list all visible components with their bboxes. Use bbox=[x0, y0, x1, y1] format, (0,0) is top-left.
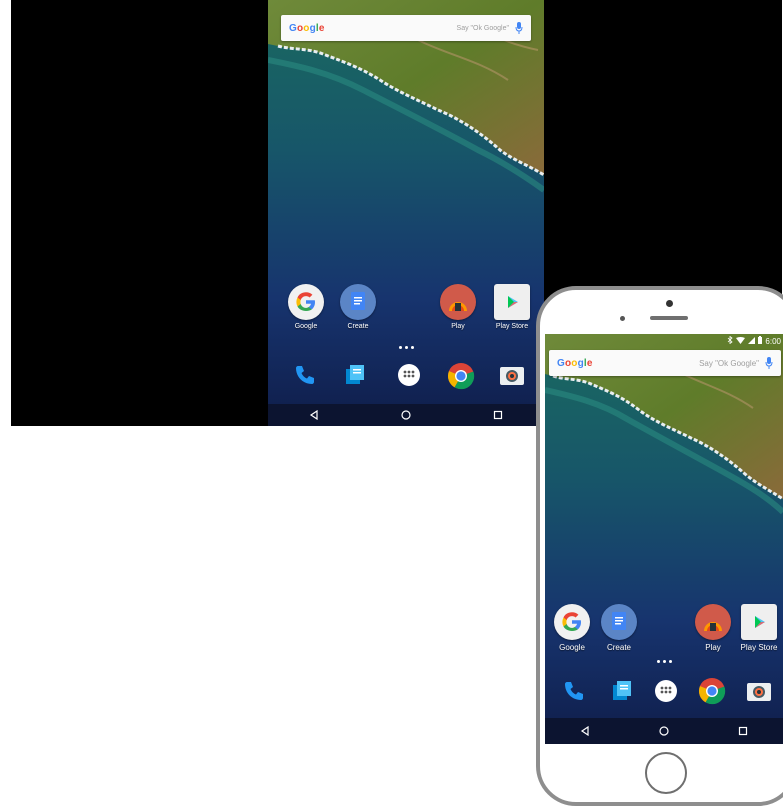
app-google[interactable]: Google bbox=[550, 604, 594, 652]
google-icon bbox=[554, 604, 590, 640]
google-logo: Google bbox=[557, 357, 593, 369]
mic-icon[interactable] bbox=[765, 357, 773, 369]
app-play-store[interactable]: Play Store bbox=[484, 284, 540, 330]
search-hint: Say "Ok Google" bbox=[699, 358, 759, 368]
camera-icon[interactable] bbox=[496, 360, 528, 390]
app-label: Play bbox=[705, 643, 721, 652]
home-icon[interactable] bbox=[659, 726, 669, 736]
google-search-bar[interactable]: Google Say "Ok Google" bbox=[281, 15, 531, 41]
home-button[interactable] bbox=[645, 752, 687, 794]
app-drawer-icon[interactable] bbox=[651, 676, 681, 706]
chrome-icon[interactable] bbox=[445, 360, 477, 392]
page-dot bbox=[411, 346, 414, 349]
status-time: 6:00 bbox=[765, 336, 781, 346]
wifi-icon bbox=[736, 336, 746, 346]
proximity-sensor bbox=[620, 316, 625, 321]
page-dot bbox=[657, 660, 660, 663]
search-hint: Say "Ok Google" bbox=[456, 24, 509, 32]
messenger-icon[interactable] bbox=[340, 360, 370, 390]
status-bar: 6:00 bbox=[545, 334, 783, 348]
page-dot bbox=[405, 346, 408, 349]
navigation-bar bbox=[545, 718, 783, 744]
app-label: Play bbox=[451, 323, 465, 330]
app-create[interactable]: Create bbox=[597, 604, 641, 652]
home-icon[interactable] bbox=[401, 410, 411, 420]
app-label: Google bbox=[294, 323, 318, 330]
page-indicator bbox=[399, 346, 414, 349]
page-dot bbox=[669, 660, 672, 663]
app-label: Create bbox=[606, 643, 631, 652]
google-search-bar[interactable]: Google Say "Ok Google" bbox=[549, 350, 781, 376]
page-dot bbox=[399, 346, 402, 349]
play-folder-icon bbox=[695, 604, 731, 640]
mic-icon[interactable] bbox=[515, 22, 523, 34]
back-icon[interactable] bbox=[580, 726, 590, 736]
back-icon[interactable] bbox=[309, 410, 319, 420]
signal-icon bbox=[748, 336, 756, 346]
create-folder-icon bbox=[340, 284, 376, 320]
battery-icon bbox=[758, 336, 763, 346]
play-store-icon bbox=[494, 284, 530, 320]
recents-icon[interactable] bbox=[493, 410, 503, 420]
app-play[interactable]: Play bbox=[691, 604, 735, 652]
app-play-store[interactable]: Play Store bbox=[735, 604, 783, 652]
google-icon bbox=[288, 284, 324, 320]
page-indicator bbox=[657, 660, 672, 663]
app-play[interactable]: Play bbox=[436, 284, 480, 330]
android-home-screen-large: Google Say "Ok Google" Google Create Pla… bbox=[268, 0, 544, 426]
camera-icon[interactable] bbox=[743, 676, 775, 706]
chrome-icon[interactable] bbox=[696, 675, 728, 707]
app-label: Play Store bbox=[740, 643, 778, 652]
phone-icon[interactable] bbox=[559, 676, 589, 706]
app-label: Play Store bbox=[495, 323, 529, 330]
app-google[interactable]: Google bbox=[284, 284, 328, 330]
google-logo: Google bbox=[289, 22, 325, 34]
android-home-screen-small: 6:00 Google Say "Ok Google" Google Creat… bbox=[545, 334, 783, 744]
app-label: Create bbox=[347, 323, 369, 330]
recents-icon[interactable] bbox=[738, 726, 748, 736]
phone-icon[interactable] bbox=[290, 360, 320, 390]
play-store-icon bbox=[741, 604, 777, 640]
app-label: Google bbox=[559, 643, 585, 652]
earpiece-speaker bbox=[650, 316, 688, 320]
bluetooth-icon bbox=[727, 335, 734, 346]
navigation-bar bbox=[268, 404, 544, 426]
play-folder-icon bbox=[440, 284, 476, 320]
app-drawer-icon[interactable] bbox=[394, 360, 424, 390]
front-camera bbox=[666, 300, 673, 307]
app-create[interactable]: Create bbox=[336, 284, 380, 330]
messenger-icon[interactable] bbox=[607, 676, 637, 706]
page-dot bbox=[663, 660, 666, 663]
create-folder-icon bbox=[601, 604, 637, 640]
